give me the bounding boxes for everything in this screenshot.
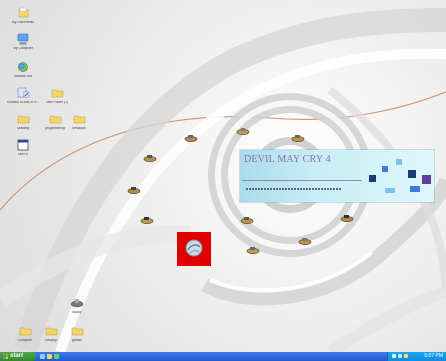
devil-may-cry-banner: DEVIL MAY CRY 4 [240,150,434,202]
game-icon[interactable] [298,236,312,246]
desktop-icon-label: Network Set [14,75,32,78]
game-icon[interactable] [143,153,157,163]
folder-icon [17,115,30,124]
banner-divider [242,180,362,181]
folder-icon [73,115,86,124]
desktop-icon-label: My Documents [12,21,34,24]
game-icon[interactable] [240,215,254,225]
desktop-icon-seeys[interactable]: SeeYS [6,138,40,157]
game-icon[interactable] [184,133,198,143]
desktop-icon-my-documents[interactable]: My Documents [6,6,40,25]
volume-tray-icon[interactable] [398,354,402,358]
desktop-icon-drawing[interactable]: Drawing [6,112,40,131]
desktop-icon-label: My Computer [13,47,33,50]
game-icon[interactable] [140,215,154,225]
desktop-icon-label: Buddy [72,311,82,314]
desktop-icon-label: games [72,339,82,342]
folder-icon [45,327,58,336]
game-icon[interactable] [236,126,250,136]
desktop-icon-network-set[interactable]: Network Set [6,60,40,79]
folder-documents-icon [18,7,29,18]
desktop-icon-label: New Folder (2) [46,101,68,104]
banner-square [382,166,388,172]
start-button[interactable]: start [0,352,36,361]
folder-icon [49,115,62,124]
banner-square [385,188,395,193]
highlighted-desktop-icon[interactable] [177,232,211,266]
taskbar: start 5:07 PM [0,352,446,361]
globe-icon [185,239,203,257]
shortcut-icon [17,87,30,98]
banner-square [422,175,431,184]
desktop-icon-my-computer[interactable]: My Computer [6,32,40,51]
desktop-icon-shortcut-add-remove[interactable]: Shortcut to Add or R... [6,86,40,105]
game-icon[interactable] [340,213,354,223]
desktop-icon-new-folder-2[interactable]: New Folder (2) [40,86,74,105]
banner-square [408,170,416,178]
computer-icon [17,33,29,45]
game-icon[interactable] [127,185,141,195]
desktop-icon-desktops[interactable]: desktops [62,112,96,131]
banner-square [396,159,402,165]
desktop-icon-games-folder[interactable]: games [60,324,94,343]
system-tray: 5:07 PM [387,352,446,361]
banner-square [369,175,376,182]
folder-icon [19,327,32,336]
desktop: My Documents My Computer Network Set Sho… [0,0,446,352]
folder-icon [51,89,64,98]
media-player-icon[interactable] [54,354,59,359]
application-icon [17,139,29,151]
network-icon [18,62,28,72]
desktop-icon-buddy[interactable]: Buddy [60,296,94,315]
desktop-icon-label: Shortcut to Add or R... [6,101,40,104]
windows-logo-icon [3,354,8,359]
show-desktop-icon[interactable] [47,354,52,359]
banner-subtext-pattern [246,188,342,190]
game-icon[interactable] [291,133,305,143]
game-icon [70,299,84,308]
banner-square [410,186,420,192]
network-tray-icon[interactable] [392,354,396,358]
internet-explorer-icon[interactable] [40,354,45,359]
game-icon[interactable] [246,245,260,255]
security-tray-icon[interactable] [404,354,408,358]
tray-clock[interactable]: 5:07 PM [424,353,443,360]
desktop-icon-label: SeeYS [17,153,29,156]
banner-title: DEVIL MAY CRY 4 [244,154,331,165]
folder-icon [71,327,84,336]
desktop-icon-label: desktops [72,127,86,130]
desktop-icon-label: Drawing [16,127,30,130]
start-label: start [10,353,24,359]
